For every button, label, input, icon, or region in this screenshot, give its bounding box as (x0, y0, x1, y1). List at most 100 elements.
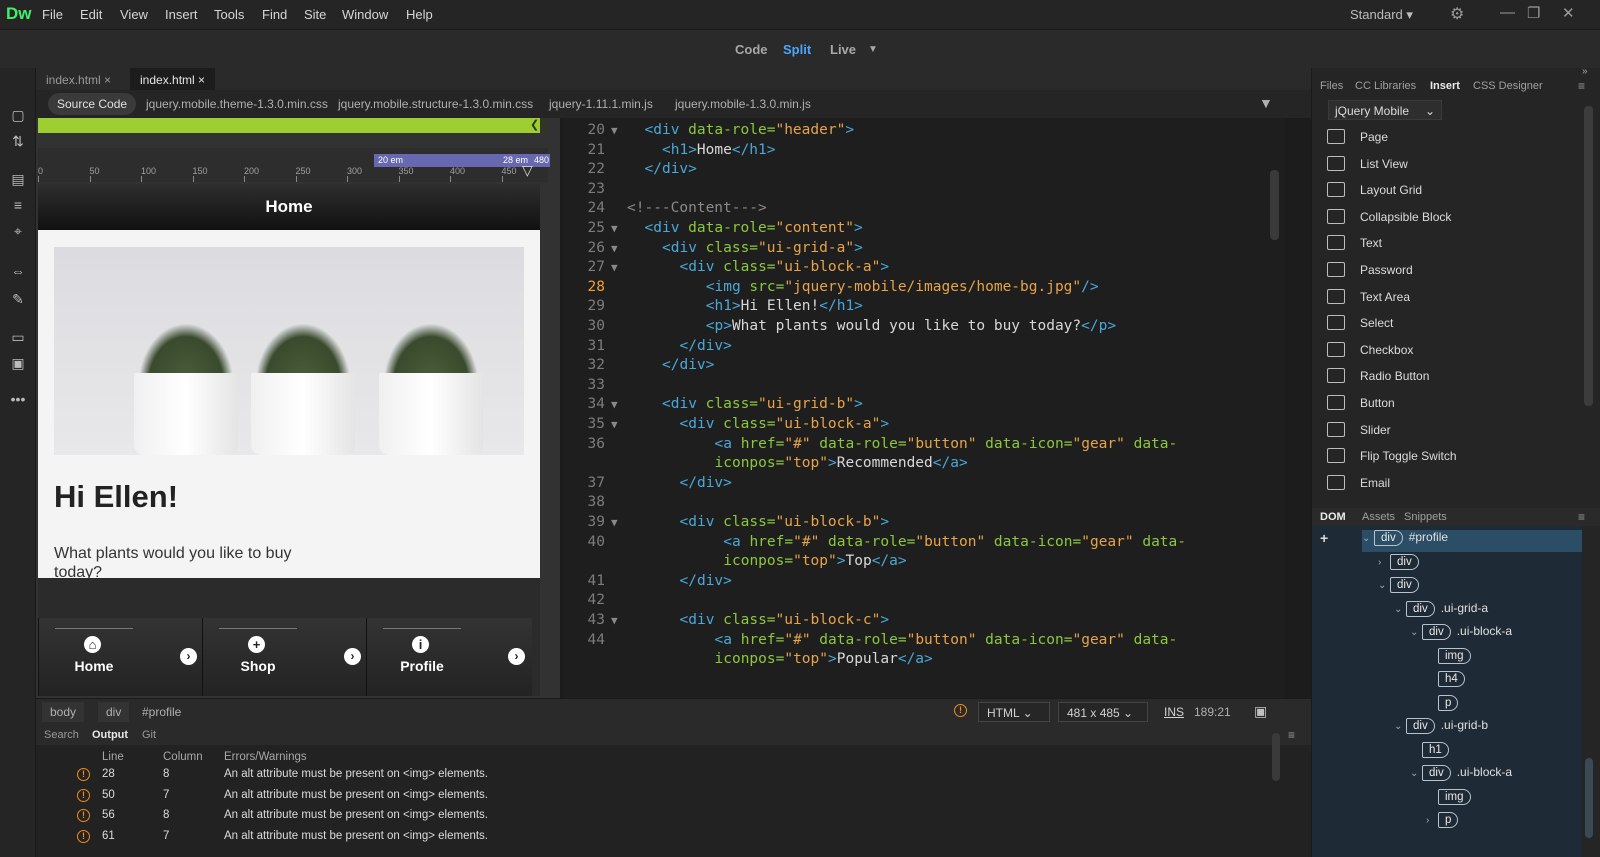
fold-arrow-icon[interactable]: ▼ (611, 124, 618, 137)
panel-tab-css-designer[interactable]: CSS Designer (1473, 80, 1543, 92)
output-tab-search[interactable]: Search (44, 729, 79, 741)
output-tab-git[interactable]: Git (142, 729, 156, 741)
output-row[interactable]: ! 56 8 An alt attribute must be present on … (36, 806, 1311, 826)
code-line[interactable]: 39 ▼ <div class="ui-block-b"> (563, 514, 1283, 534)
insert-item-collapsible-block[interactable]: Collapsible Block (1312, 204, 1582, 230)
code-line[interactable]: 34 ▼ <div class="ui-grid-b"> (563, 396, 1283, 416)
code-line[interactable]: 20 ▼ <div data-role="header"> (563, 122, 1283, 142)
dom-tab-dom[interactable]: DOM (1320, 511, 1346, 523)
validate-icon[interactable]: ▣ (9, 354, 27, 372)
code-line[interactable]: 44 <a href="#" data-role="button" data-ic… (563, 632, 1283, 652)
code-view[interactable]: 20 ▼ <div data-role="header"> 21 <h1>Home</h… (563, 118, 1285, 698)
comment-icon[interactable]: ▭ (9, 328, 27, 346)
dom-node[interactable]: ⌄ div .ui-grid-b (1394, 718, 1488, 740)
collapse-arrow-icon[interactable]: ⌄ (1394, 604, 1406, 615)
collapse-arrow-icon[interactable]: ⌄ (1410, 627, 1422, 638)
format-source-icon[interactable]: ≡ (9, 196, 27, 214)
expand-icon[interactable]: ⇔ (9, 262, 27, 280)
code-line[interactable]: iconpos="top">Recommended</a> (563, 455, 1283, 475)
insert-item-page[interactable]: Page (1312, 124, 1582, 150)
code-line[interactable]: 43 ▼ <div class="ui-block-c"> (563, 612, 1283, 632)
insert-item-checkbox[interactable]: Checkbox (1312, 337, 1582, 363)
code-line[interactable]: 21 <h1>Home</h1> (563, 142, 1283, 162)
maximize-icon[interactable]: ❐ (1527, 4, 1540, 22)
dom-node[interactable]: ⌄ div .ui-grid-a (1394, 600, 1488, 623)
dom-node[interactable]: ⌄ div .ui-block-a (1410, 624, 1512, 646)
pen-icon[interactable]: ✎ (9, 290, 27, 308)
insert-scrollbar[interactable] (1584, 106, 1593, 406)
expand-arrow-icon[interactable]: › (1426, 815, 1438, 826)
media-query-bar[interactable] (38, 118, 540, 133)
menu-file[interactable]: File (42, 7, 63, 22)
panel-tab-files[interactable]: Files (1320, 80, 1343, 92)
panel-tab-insert[interactable]: Insert (1430, 80, 1460, 92)
code-line[interactable]: 31 </div> (563, 338, 1283, 358)
dom-node[interactable]: img (1426, 788, 1477, 811)
related-file[interactable]: jquery.mobile.structure-1.3.0.min.css (338, 97, 533, 111)
fold-arrow-icon[interactable]: ▼ (611, 242, 618, 255)
insert-item-email[interactable]: Email (1312, 470, 1582, 496)
nav-button-profile[interactable]: i Profile › (366, 618, 532, 696)
insert-item-radio-button[interactable]: Radio Button (1312, 363, 1582, 389)
source-code-button[interactable]: Source Code (48, 93, 137, 115)
live-dropdown-icon[interactable]: ▼ (868, 44, 878, 55)
collapse-panel-icon[interactable]: » (1582, 66, 1588, 77)
code-line[interactable]: 30 <p>What plants would you like to buy t… (563, 318, 1283, 338)
breadcrumb-body[interactable]: body (42, 702, 85, 722)
filter-icon[interactable]: ▼ (1259, 95, 1273, 111)
dom-node[interactable]: h4 (1426, 671, 1471, 693)
collapse-arrow-icon[interactable]: ⌄ (1410, 768, 1422, 779)
dom-tab-snippets[interactable]: Snippets (1404, 511, 1447, 523)
breadcrumb-div[interactable]: div (98, 702, 130, 722)
preview-icon[interactable]: ▣ (1254, 703, 1267, 720)
code-line[interactable]: 26 ▼ <div class="ui-grid-a"> (563, 240, 1283, 260)
menu-site[interactable]: Site (304, 7, 326, 22)
insert-category-dropdown[interactable]: jQuery Mobile ⌄ (1328, 100, 1442, 120)
code-line[interactable]: 37 </div> (563, 475, 1283, 495)
page-properties-icon[interactable]: ▤ (9, 170, 27, 188)
dom-tab-assets[interactable]: Assets (1362, 511, 1395, 523)
menu-edit[interactable]: Edit (80, 7, 102, 22)
nav-button-home[interactable]: ⌂ Home › (38, 618, 204, 696)
output-row[interactable]: ! 61 7 An alt attribute must be present on … (36, 827, 1311, 847)
menu-find[interactable]: Find (262, 7, 287, 22)
resize-handle-icon[interactable]: ▽ (522, 162, 533, 179)
insert-item-layout-grid[interactable]: Layout Grid (1312, 177, 1582, 203)
inspect-icon[interactable]: ⌖ (9, 222, 27, 240)
insert-item-text[interactable]: Text (1312, 230, 1582, 256)
dom-node[interactable]: ⌄ div .ui-block-a (1410, 765, 1512, 787)
dom-node[interactable]: h1 (1410, 741, 1455, 764)
code-line[interactable]: iconpos="top">Popular</a> (563, 651, 1283, 671)
related-file[interactable]: jquery-1.11.1.min.js (549, 97, 653, 111)
code-line[interactable]: 25 ▼ <div data-role="content"> (563, 220, 1283, 240)
code-line[interactable]: 32 </div> (563, 357, 1283, 377)
dom-panel-menu-icon[interactable]: ≡ (1578, 510, 1585, 524)
code-line[interactable]: 41 </div> (563, 573, 1283, 593)
insert-panel-menu-icon[interactable]: ≡ (1578, 79, 1585, 93)
dom-node[interactable]: img (1426, 647, 1477, 670)
code-line[interactable]: 22 </div> (563, 161, 1283, 181)
output-row[interactable]: ! 28 8 An alt attribute must be present on … (36, 765, 1311, 785)
warning-icon[interactable]: ! (954, 704, 967, 717)
menu-window[interactable]: Window (342, 7, 388, 22)
code-line[interactable]: 24 <!---Content---> (563, 200, 1283, 220)
nav-button-shop[interactable]: + Shop › (202, 618, 368, 696)
new-file-icon[interactable]: ▢ (9, 106, 27, 124)
live-view-button[interactable]: Live (830, 42, 856, 57)
file-transfer-icon[interactable]: ⇅ (9, 132, 27, 150)
code-line[interactable]: 29 <h1>Hi Ellen!</h1> (563, 298, 1283, 318)
settings-icon[interactable]: ⚙ (1450, 4, 1464, 24)
fold-arrow-icon[interactable]: ▼ (611, 418, 618, 431)
doc-tab[interactable]: index.html × (36, 68, 121, 90)
dom-node[interactable]: ⌄ div #profile (1362, 530, 1582, 552)
collapse-arrow-icon[interactable]: ⌄ (1378, 580, 1390, 591)
insert-item-text-area[interactable]: Text Area (1312, 284, 1582, 310)
workspace-switcher[interactable]: Standard ▾ (1350, 7, 1413, 23)
split-view-button[interactable]: Split (783, 42, 811, 57)
add-element-icon[interactable]: + (1320, 530, 1328, 546)
dom-node[interactable]: p (1426, 694, 1464, 717)
close-window-icon[interactable]: ✕ (1562, 4, 1575, 22)
dom-scrollbar[interactable] (1585, 758, 1593, 838)
more-icon[interactable]: ••• (9, 390, 27, 408)
code-scrollbar[interactable] (1270, 170, 1279, 240)
